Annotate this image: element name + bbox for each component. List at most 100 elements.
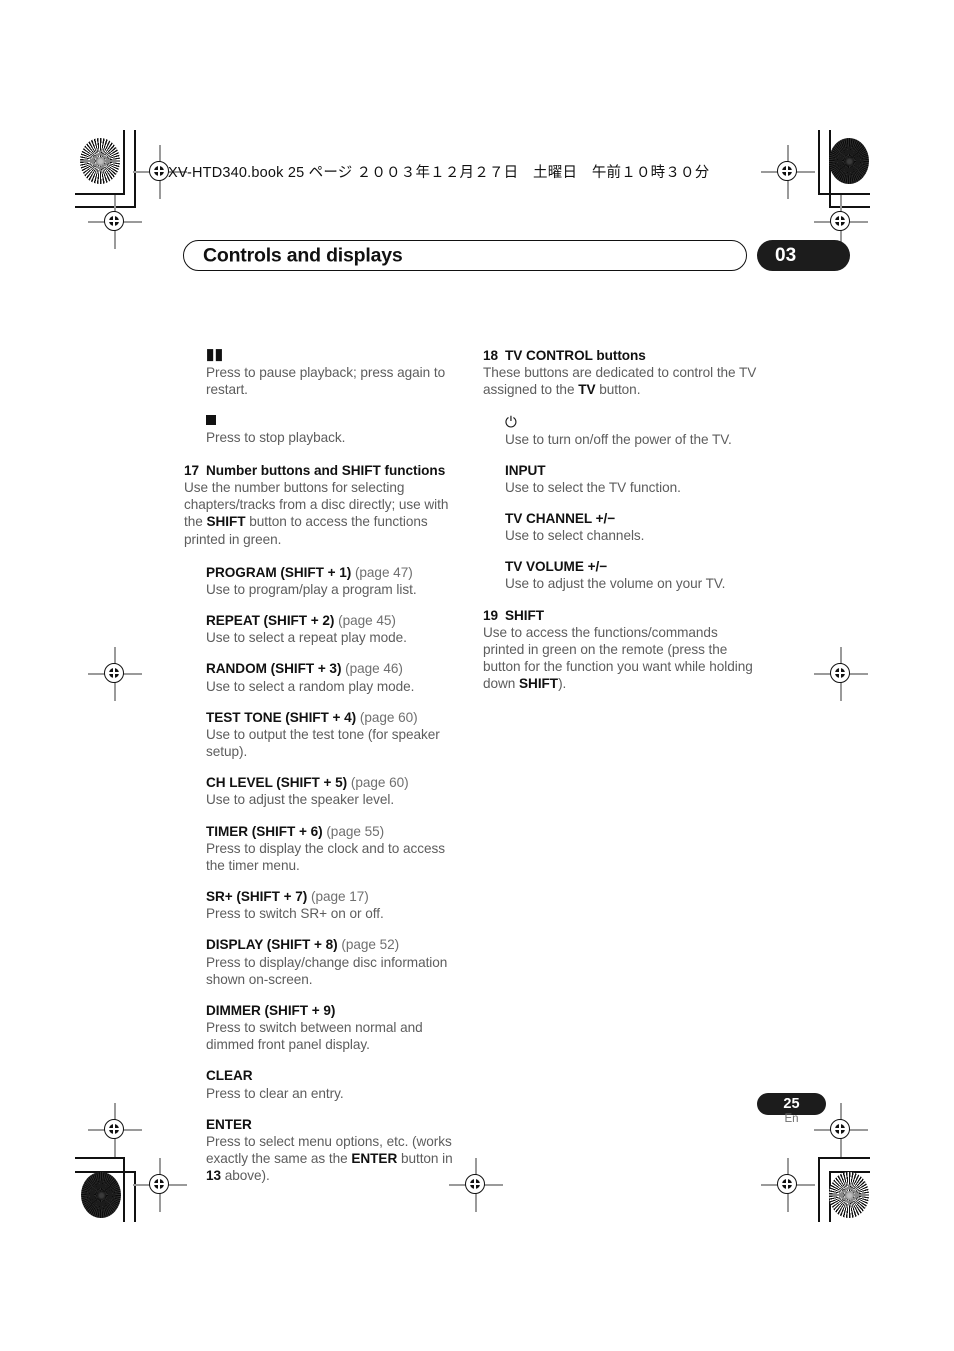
item-test-tone: TEST TONE (SHIFT + 4) (page 60) Use to o… xyxy=(206,709,461,761)
reg-mark-top-right xyxy=(761,145,815,199)
item-input: INPUT Use to select the TV function. xyxy=(505,462,760,496)
item-repeat-body: Use to select a repeat play mode. xyxy=(206,630,407,646)
crop-line-tl-v2 xyxy=(134,130,136,208)
item-ch-level-page-ref: (page 60) xyxy=(350,775,409,791)
item-clear: CLEAR Press to clear an entry. xyxy=(206,1067,461,1101)
item-stop: Press to stop playback. xyxy=(206,414,461,446)
reg-mark-middle-left xyxy=(88,647,142,701)
item-19-number: 19 xyxy=(483,607,499,623)
item-19-title: SHIFT xyxy=(505,607,545,623)
item-program: PROGRAM (SHIFT + 1) (page 47) Use to pro… xyxy=(206,564,461,598)
crop-line-bl-h xyxy=(75,1157,125,1159)
item-test-tone-page-ref: (page 60) xyxy=(359,709,418,725)
item-pause-body: Press to pause playback; press again to … xyxy=(206,364,446,397)
item-sr-plus: SR+ (SHIFT + 7) (page 17) Press to switc… xyxy=(206,888,461,922)
item-enter-heading: ENTER xyxy=(206,1116,252,1132)
crop-line-tr-h2 xyxy=(829,206,870,208)
item-program-body: Use to program/play a program list. xyxy=(206,581,417,597)
reg-mark-upper-right xyxy=(814,195,868,249)
item-random-body: Use to select a random play mode. xyxy=(206,678,415,694)
item-random-heading: RANDOM (SHIFT + 3) (page 46) xyxy=(206,661,403,677)
reg-mark-middle-right xyxy=(814,647,868,701)
rosette-top-left xyxy=(80,138,120,184)
item-repeat-heading: REPEAT (SHIFT + 2) (page 45) xyxy=(206,613,396,629)
rosette-bottom-right xyxy=(829,1172,869,1218)
item-clear-heading: CLEAR xyxy=(206,1068,253,1084)
item-repeat-page-ref: (page 45) xyxy=(338,613,396,629)
chapter-number-label: 03 xyxy=(775,244,797,266)
page-language-label: En xyxy=(784,1113,799,1125)
item-18-tv-control: 18 TV CONTROL buttons These buttons are d… xyxy=(483,347,760,399)
stop-icon xyxy=(206,414,461,428)
item-timer-page-ref: (page 55) xyxy=(326,823,385,839)
item-timer: TIMER (SHIFT + 6) (page 55) Press to dis… xyxy=(206,823,461,875)
print-furniture xyxy=(0,0,954,1351)
crop-line-bl-v2 xyxy=(134,1171,136,1222)
chapter-title-bar: Controls and displays xyxy=(183,240,747,271)
item-stop-body: Press to stop playback. xyxy=(206,429,346,445)
rosette-top-right xyxy=(829,138,869,184)
item-input-body: Use to select the TV function. xyxy=(505,479,681,495)
ref-13-bold: 13 xyxy=(206,1168,222,1184)
crop-line-tl-h xyxy=(75,193,125,195)
crop-line-tl-h2 xyxy=(75,206,136,208)
reg-mark-lower-right xyxy=(814,1103,868,1157)
item-display: DISPLAY (SHIFT + 8) (page 52) Press to d… xyxy=(206,936,461,988)
item-ch-level: CH LEVEL (SHIFT + 5) (page 60) Use to ad… xyxy=(206,774,461,808)
item-ch-level-body: Use to adjust the speaker level. xyxy=(206,792,395,808)
item-repeat: REPEAT (SHIFT + 2) (page 45) Use to sele… xyxy=(206,612,461,646)
item-display-body: Press to display/change disc information… xyxy=(206,954,448,987)
item-display-page-ref: (page 52) xyxy=(341,937,400,953)
item-19-body: Use to access the functions/commands pri… xyxy=(483,624,753,692)
item-dimmer: DIMMER (SHIFT + 9) Press to switch betwe… xyxy=(206,1002,461,1054)
pause-icon: ▮▮ xyxy=(206,346,224,363)
item-test-tone-body: Use to output the test tone (for speaker… xyxy=(206,726,440,760)
item-dimmer-body: Press to switch between normal and dimme… xyxy=(206,1020,423,1053)
reg-mark-upper-left xyxy=(88,195,142,249)
reg-mark-bottom-center xyxy=(449,1158,503,1212)
reg-mark-bottom-right xyxy=(761,1158,815,1212)
right-text-column: 18 TV CONTROL buttons These buttons are d… xyxy=(483,347,760,693)
crop-line-tl-v xyxy=(123,130,125,195)
enter-bold: ENTER xyxy=(351,1151,398,1167)
item-tv-power-body: Use to turn on/off the power of the TV. xyxy=(505,431,732,447)
item-input-heading: INPUT xyxy=(505,462,546,478)
item-enter: ENTER Press to select menu options, etc.… xyxy=(206,1116,461,1185)
item-program-heading: PROGRAM (SHIFT + 1) (page 47) xyxy=(206,564,413,580)
item-test-tone-heading: TEST TONE (SHIFT + 4) (page 60) xyxy=(206,709,418,725)
item-tv-volume-heading: TV VOLUME +/− xyxy=(505,559,608,575)
item-18-body: These buttons are dedicated to control t… xyxy=(483,365,757,398)
item-enter-body: Press to select menu options, etc. (work… xyxy=(206,1133,453,1184)
item-17-heading: 17 Number buttons and SHIFT functions xyxy=(184,462,461,479)
item-sr-plus-heading: SR+ (SHIFT + 7) (page 17) xyxy=(206,889,369,905)
crop-line-tr-v xyxy=(818,130,820,195)
item-tv-volume-body: Use to adjust the volume on your TV. xyxy=(505,576,726,592)
left-text-column: ▮▮ Press to pause playback; press again … xyxy=(184,347,461,1184)
page-title: Controls and displays xyxy=(203,244,403,266)
item-program-page-ref: (page 47) xyxy=(354,564,413,580)
item-tv-channel-heading: TV CHANNEL +/− xyxy=(505,511,616,526)
item-pause: ▮▮ Press to pause playback; press again … xyxy=(206,347,461,398)
shift-bold-1: SHIFT xyxy=(206,514,246,530)
item-19-shift: 19 SHIFT Use to access the functions/comm… xyxy=(483,607,760,693)
item-timer-body: Press to display the clock and to access… xyxy=(206,840,446,873)
chapter-number-badge: 03 xyxy=(757,240,850,271)
crop-line-bl-v xyxy=(123,1157,125,1222)
item-18-title: TV CONTROL buttons xyxy=(505,348,646,363)
item-19-heading: 19 SHIFT xyxy=(483,607,760,624)
crop-line-br-h xyxy=(820,1157,870,1159)
item-17-number-buttons: 17 Number buttons and SHIFT functions Use… xyxy=(184,462,461,548)
item-sr-plus-body: Press to switch SR+ on or off. xyxy=(206,906,384,922)
power-icon: ⏻ xyxy=(505,413,518,431)
shift-bold-2: SHIFT xyxy=(519,676,559,692)
item-ch-level-heading: CH LEVEL (SHIFT + 5) (page 60) xyxy=(206,775,409,791)
item-tv-channel: TV CHANNEL +/− Use to select channels. xyxy=(505,510,760,544)
reg-mark-lower-left xyxy=(88,1103,142,1157)
item-tv-volume: TV VOLUME +/− Use to adjust the volume o… xyxy=(505,558,760,592)
page-number-badge: 25 xyxy=(757,1093,826,1115)
crop-line-tr-h xyxy=(818,193,870,195)
item-17-title: Number buttons and SHIFT functions xyxy=(206,462,446,478)
item-18-number: 18 xyxy=(483,348,499,363)
file-slug-line: XV-HTD340.book 25 ページ ２００３年１２月２７日 土曜日 午前… xyxy=(168,165,710,181)
item-random-page-ref: (page 46) xyxy=(345,661,403,677)
